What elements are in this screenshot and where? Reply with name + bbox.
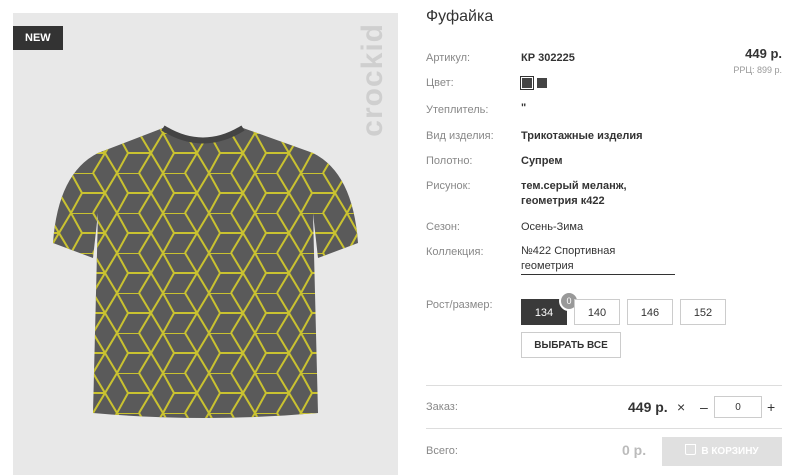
spec-label-collection: Коллекция: [426,246,484,258]
product-photo[interactable]: NEW crockid [13,13,398,475]
color-swatch-2[interactable] [537,78,547,88]
spec-label-type: Вид изделия: [426,130,494,142]
decrement-button[interactable]: – [700,399,708,415]
spec-label-insulation: Утеплитель: [426,104,489,116]
remove-icon[interactable]: × [677,399,685,415]
spec-value-type: Трикотажные изделия [521,130,643,142]
spec-label-print: Рисунок: [426,180,471,192]
bag-icon [685,444,697,455]
spec-value-fabric: Супрем [521,155,563,167]
divider [426,385,782,386]
order-label: Заказ: [426,401,458,413]
spec-value-collection[interactable]: №422 Спортивная геометрия [521,244,675,275]
spec-value-season: Осень-Зима [521,221,584,233]
t-shirt-image [53,125,358,418]
order-price: 449 р. [628,399,668,415]
spec-label-color: Цвет: [426,77,454,89]
product-title: Фуфайка [426,8,494,25]
product-price: 449 р. [745,46,782,61]
spec-value-article: КР 302225 [521,52,575,64]
spec-value-print: тем.серый меланж, геометрия к422 [521,180,627,207]
color-swatch-1[interactable] [520,76,534,90]
recommended-price: РРЦ: 899 р. [733,65,782,75]
new-badge: NEW [13,26,63,50]
total-label: Всего: [426,445,458,457]
size-option-152[interactable]: 152 [680,299,726,325]
spec-value-insulation: " [521,102,527,114]
spec-label-season: Сезон: [426,221,460,233]
spec-label-fabric: Полотно: [426,155,473,167]
add-to-cart-label: В КОРЗИНУ [701,446,759,457]
select-all-button[interactable]: ВЫБРАТЬ ВСЕ [521,332,621,358]
add-to-cart-button[interactable]: В КОРЗИНУ [662,437,782,466]
brand-logo: crockid [356,23,389,137]
size-option-146[interactable]: 146 [627,299,673,325]
quantity-input[interactable] [714,396,762,418]
total-value: 0 р. [622,442,647,458]
size-label: Рост/размер: [426,299,493,311]
size-option-140[interactable]: 140 [574,299,620,325]
spec-label-article: Артикул: [426,52,471,64]
increment-button[interactable]: + [767,399,775,415]
divider [426,428,782,429]
